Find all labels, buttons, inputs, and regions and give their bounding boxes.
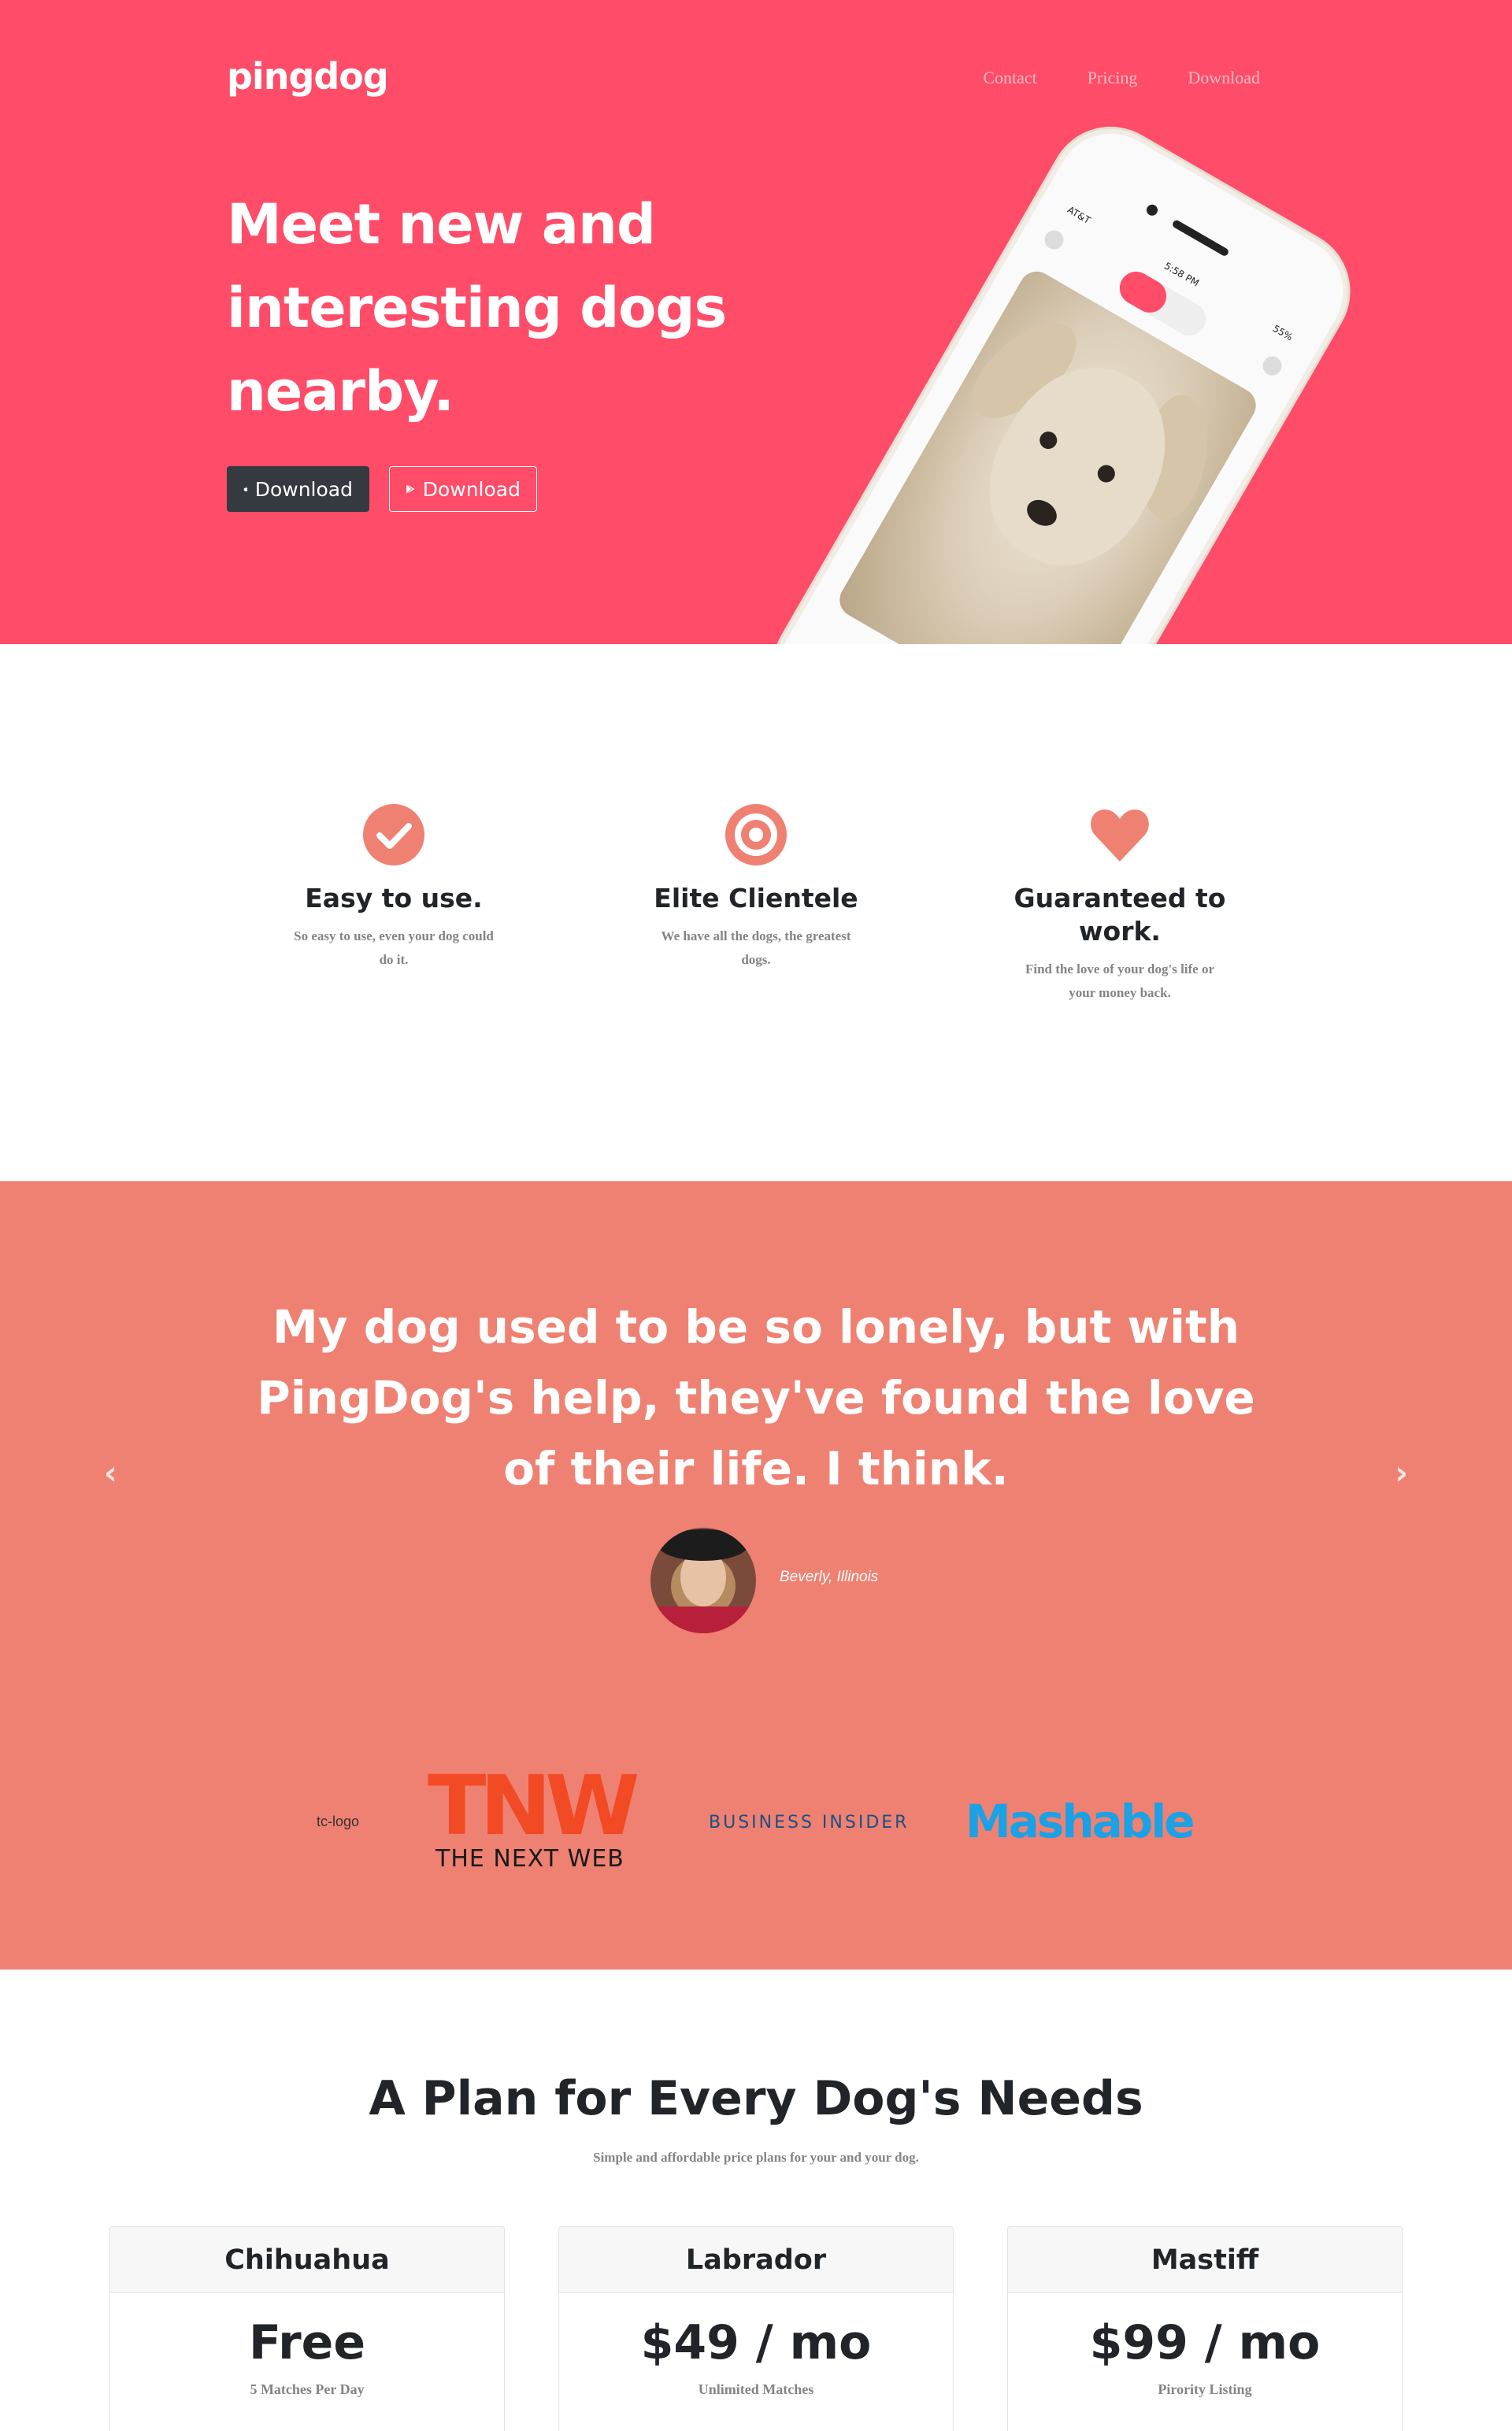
nav-link-download[interactable]: Download xyxy=(1188,68,1260,88)
ios-download-label: Download xyxy=(254,477,353,501)
pricing-title: A Plan for Every Dog's Needs xyxy=(369,2071,1143,2126)
feature-text: So easy to use, even your dog could do i… xyxy=(294,928,494,967)
mashable-logo: Mashable xyxy=(965,1795,1195,1848)
ios-download-button[interactable]: Download xyxy=(227,466,369,512)
apple-icon xyxy=(243,487,248,492)
phone-speaker xyxy=(1171,218,1230,258)
tnw-mark: TNW xyxy=(428,1758,640,1854)
plan-name: Chihuahua xyxy=(110,2227,504,2293)
testimonial-location: Beverly, Illinois xyxy=(780,1569,879,1585)
plan-card-labrador: Labrador $49 / mo Unlimited Matches xyxy=(558,2226,954,2431)
feature-elite: Elite Clientele We have all the dogs, th… xyxy=(630,803,882,972)
phone-mockup: AT&T 5:58 PM 55% xyxy=(759,113,1364,644)
nav-link-contact[interactable]: Contact xyxy=(983,68,1036,88)
plan-feature: 5 Matches Per Day xyxy=(250,2381,365,2397)
plan-feature: Pirority Listing xyxy=(1158,2381,1252,2397)
phone-battery: 55% xyxy=(1270,322,1295,343)
plan-feature: Unlimited Matches xyxy=(698,2381,814,2397)
plan-card-mastiff: Mastiff $99 / mo Pirority Listing xyxy=(1007,2226,1403,2431)
carousel-prev-icon[interactable]: ‹ xyxy=(104,1455,117,1492)
plan-name: Mastiff xyxy=(1008,2227,1402,2293)
feature-title: Elite Clientele xyxy=(654,883,858,913)
heart-icon xyxy=(1088,803,1151,866)
feature-text: Find the love of your dog's life or your… xyxy=(1025,962,1215,1000)
google-play-icon xyxy=(406,484,415,495)
press-logos: tc-logo TNW THE NEXT WEB BUSINESS INSIDE… xyxy=(0,1765,1512,1873)
testimonial-quote: My dog used to be so lonely, but with Pi… xyxy=(257,1300,1255,1495)
plan-price: Free xyxy=(248,2315,366,2370)
android-download-button[interactable]: Download xyxy=(389,466,537,512)
plan-name: Labrador xyxy=(559,2227,953,2293)
hero-title: Meet new and interesting dogs nearby. xyxy=(227,192,727,424)
phone-carrier: AT&T xyxy=(1065,204,1093,227)
check-circle-icon xyxy=(362,803,425,866)
phone-camera xyxy=(1144,202,1160,218)
brand-logo[interactable]: pingdog xyxy=(227,55,389,98)
testimonial-avatar xyxy=(650,1528,756,1633)
business-insider-logo: BUSINESS INSIDER xyxy=(709,1813,910,1833)
chat-icon xyxy=(1259,353,1285,379)
feature-text: We have all the dogs, the greatest dogs. xyxy=(661,928,851,967)
tc-logo-broken-image: tc-logo xyxy=(317,1814,360,1829)
feature-easy: Easy to use. So easy to use, even your d… xyxy=(268,803,520,972)
pricing-subtitle: Simple and affordable price plans for yo… xyxy=(593,2150,919,2165)
android-download-label: Download xyxy=(422,477,521,501)
tnw-logo: TNW THE NEXT WEB xyxy=(428,1765,653,1873)
plan-card-chihuahua: Chihuahua Free 5 Matches Per Day xyxy=(109,2226,505,2431)
feature-title: Easy to use. xyxy=(305,883,483,913)
plan-price: $49 / mo xyxy=(640,2315,872,2370)
target-icon xyxy=(724,803,788,866)
testimonial-section: ‹ › My dog used to be so lonely, but wit… xyxy=(0,1181,1512,1970)
carousel-next-icon[interactable]: › xyxy=(1395,1455,1408,1492)
feature-guaranteed: Guaranteed to work. Find the love of you… xyxy=(994,803,1246,1005)
nav-link-pricing[interactable]: Pricing xyxy=(1088,68,1138,88)
phone-time: 5:58 PM xyxy=(1162,260,1201,289)
top-nav: Contact Pricing Download xyxy=(983,68,1260,88)
hero-section: pingdog Contact Pricing Download Meet ne… xyxy=(0,0,1512,644)
plan-price: $99 / mo xyxy=(1089,2315,1321,2370)
profile-icon xyxy=(1041,227,1067,253)
feature-title: Guaranteed to work. xyxy=(1014,883,1226,947)
